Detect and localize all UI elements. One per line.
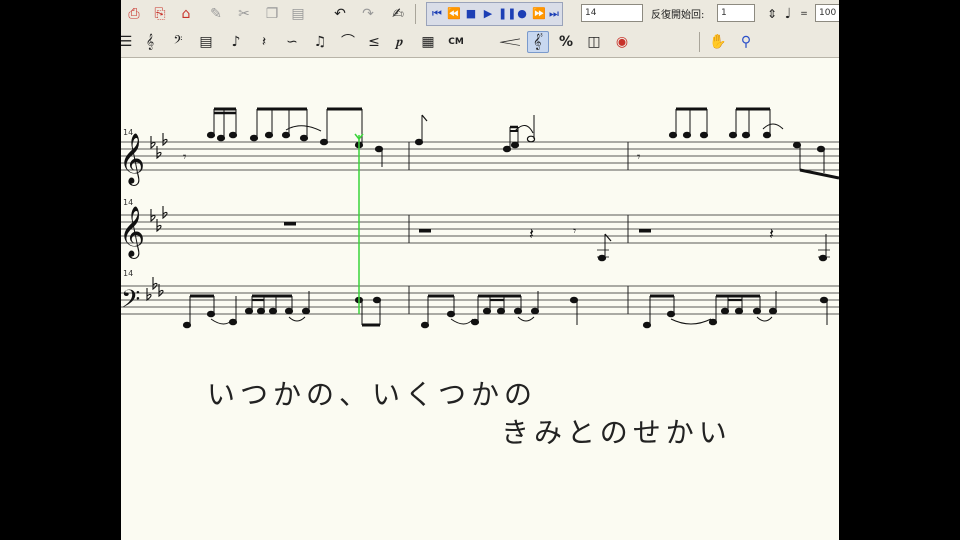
redo-icon[interactable]: ↷	[357, 3, 379, 25]
staff-1: 14 𝄞 𝄾 𝄾	[121, 107, 839, 186]
score-sheet: 14 𝄞 𝄾 𝄾 14 𝄞 𝄽 𝄾 𝄽 14 𝄢	[121, 107, 839, 329]
measure-field[interactable]: 14	[581, 4, 643, 22]
paste-icon[interactable]: ▤	[287, 3, 309, 25]
stop-icon[interactable]: ■	[464, 6, 478, 22]
notes-staff-2: 𝄽 𝄾 𝄽	[284, 222, 830, 262]
page-icon[interactable]: ◫	[583, 31, 605, 53]
beamed-notes-icon[interactable]: ♫	[309, 31, 331, 53]
home-icon[interactable]: ⌂	[175, 3, 197, 25]
svg-text:𝄽: 𝄽	[769, 224, 774, 243]
svg-text:𝄽: 𝄽	[529, 224, 534, 243]
record-icon[interactable]: ●	[515, 6, 529, 22]
svg-text:𝄾: 𝄾	[183, 150, 187, 165]
treble-clef-2: 𝄞	[121, 206, 145, 259]
play-icon[interactable]: ▶	[481, 6, 495, 22]
staff-3: 14 𝄢	[121, 269, 839, 329]
treble-clef-icon[interactable]: 𝄞	[139, 31, 161, 53]
dynamics-icon[interactable]: 𝆏	[389, 31, 411, 53]
lyric-line-1: いつかの、いくつかの	[207, 378, 538, 411]
rest-icon[interactable]: 𝄽	[253, 31, 275, 53]
lyric-line-2: きみとのせかい	[501, 416, 732, 449]
score-area[interactable]: 14 𝄞 𝄾 𝄾 14 𝄞 𝄽 𝄾 𝄽 14 𝄢 いつかの、いくつかの きみとの…	[121, 57, 839, 540]
pause-icon[interactable]: ❚❚	[498, 6, 516, 22]
chord-button[interactable]: CM	[441, 31, 471, 53]
playback-bar: ⏮ ⏪ ■ ▶ ❚❚ ● ⏩ ⏭	[426, 2, 563, 26]
notation-toolbar: ☰ 𝄞 𝄢 ▤ ♪ 𝄽 ∽ ♫ ⌒ ≤ 𝆏 ▦ CM 𝆒 𝄟 % ◫ ◉ ✋ ⚲	[121, 28, 839, 58]
palette-icon[interactable]: ◉	[611, 31, 633, 53]
staff-icon[interactable]: ☰	[121, 31, 137, 53]
svg-text:𝄾: 𝄾	[637, 150, 641, 165]
measure-number-3: 14	[123, 269, 133, 278]
pen-icon[interactable]: ✎	[205, 3, 227, 25]
chord-symbol-icon[interactable]: ▦	[417, 31, 439, 53]
bass-clef: 𝄢	[121, 285, 140, 320]
tie-icon[interactable]: ∽	[281, 31, 303, 53]
slur-icon[interactable]: ⌒	[337, 31, 359, 53]
zoom-icon[interactable]: ⚲	[735, 31, 757, 53]
rewind-start-icon[interactable]: ⏮	[430, 6, 444, 22]
print-preview-icon[interactable]: ⎘	[149, 3, 171, 25]
rewind-icon[interactable]: ⏪	[447, 6, 461, 22]
tempo-field[interactable]: 100	[815, 4, 839, 22]
svg-text:𝄾: 𝄾	[573, 224, 576, 238]
percent-button[interactable]: %	[555, 31, 577, 53]
score-editor-window: ⎙ ⎘ ⌂ ✎ ✂ ❐ ▤ ↶ ↷ ✍ ⏮ ⏪ ■ ▶ ❚❚ ● ⏩ ⏭ 14 …	[121, 0, 839, 540]
main-toolbar: ⎙ ⎘ ⌂ ✎ ✂ ❐ ▤ ↶ ↷ ✍ ⏮ ⏪ ■ ▶ ❚❚ ● ⏩ ⏭ 14 …	[121, 0, 839, 29]
crescendo-icon[interactable]: ≤	[363, 31, 385, 53]
treble-clef-1: 𝄞	[121, 133, 145, 186]
bass-clef-icon[interactable]: 𝄢	[167, 31, 189, 53]
forward-end-icon[interactable]: ⏭	[547, 6, 561, 22]
cut-icon[interactable]: ✂	[233, 3, 255, 25]
text-tool-icon[interactable]: 𝄟	[527, 31, 549, 53]
hand-tool-icon[interactable]: ✋	[707, 31, 729, 53]
fast-forward-icon[interactable]: ⏩	[532, 6, 546, 22]
eighth-note-icon[interactable]: ♪	[225, 31, 247, 53]
repeat-count-select[interactable]: 1	[717, 4, 755, 22]
staff-2: 14 𝄞 𝄽 𝄾 𝄽	[121, 198, 839, 262]
key-signature-icon[interactable]: ▤	[195, 31, 217, 53]
notes-staff-3	[182, 291, 829, 329]
print-icon[interactable]: ⎙	[123, 3, 145, 25]
copy-icon[interactable]: ❐	[261, 3, 283, 25]
edit-icon[interactable]: ✍	[387, 3, 409, 25]
notes-staff-1: 𝄾 𝄾	[183, 107, 839, 180]
mordent-icon[interactable]: 𝆒	[499, 31, 521, 53]
undo-icon[interactable]: ↶	[329, 3, 351, 25]
equals-icon: =	[800, 8, 808, 19]
repeat-start-label: 反復開始回:	[651, 10, 705, 21]
